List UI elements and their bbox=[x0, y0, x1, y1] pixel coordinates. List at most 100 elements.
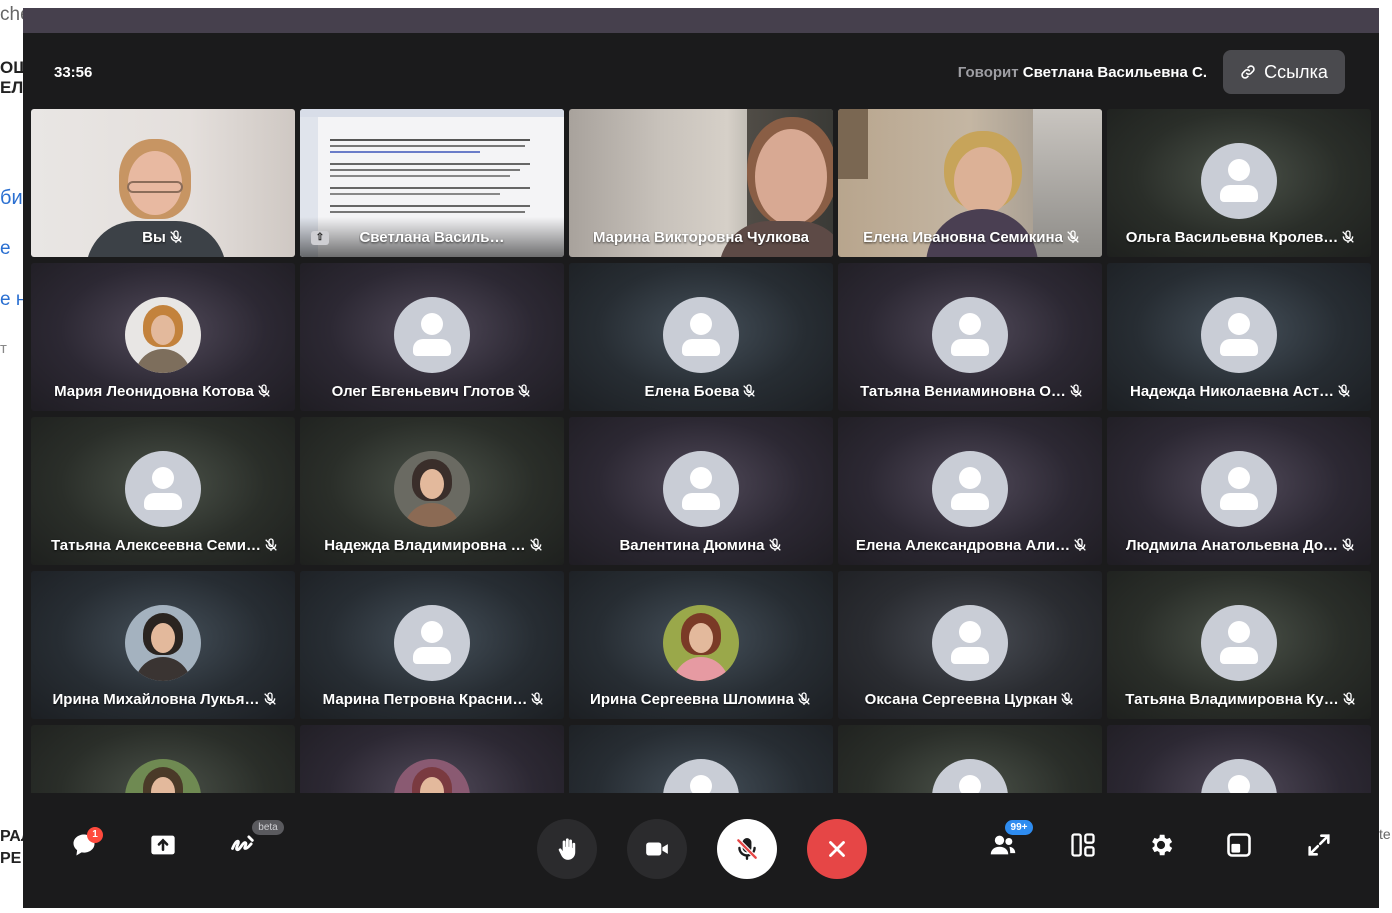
muted-mic-icon bbox=[1342, 538, 1354, 551]
participant-name: Ирина Сергеевна Шломина bbox=[569, 689, 833, 709]
raise-hand-button[interactable] bbox=[537, 819, 597, 879]
participant-name: Татьяна Алексеевна Семи… bbox=[31, 535, 295, 555]
participant-tile[interactable]: Вы bbox=[31, 109, 295, 257]
muted-mic-icon bbox=[265, 538, 277, 551]
participant-photo bbox=[125, 297, 201, 373]
muted-mic-icon bbox=[768, 538, 781, 551]
participant-name: Марина Викторовна Чулкова bbox=[592, 228, 809, 246]
participant-photo bbox=[663, 605, 739, 681]
speaking-name: Светлана Васильевна С. bbox=[1022, 64, 1207, 81]
participant-tile[interactable]: Елена Боева bbox=[569, 263, 833, 411]
participant-name: Валентина Дюмина bbox=[569, 535, 833, 555]
participant-tile[interactable]: Ирина Сергеевна Шломина bbox=[569, 571, 833, 719]
participant-tile[interactable]: Татьяна Вениаминовна О… bbox=[838, 263, 1102, 411]
muted-mic-icon bbox=[1342, 692, 1355, 705]
video-call-window: 33:56 Говорит Светлана Васильевна С. Ссы… bbox=[23, 8, 1379, 908]
participant-name: Татьяна Владимировна Ку… bbox=[1107, 689, 1371, 709]
picture-in-picture-button[interactable] bbox=[1214, 820, 1264, 870]
layout-icon bbox=[1071, 833, 1095, 857]
participant-tile[interactable] bbox=[300, 725, 564, 801]
participant-tile[interactable] bbox=[569, 725, 833, 801]
muted-mic-icon bbox=[529, 538, 542, 551]
default-avatar-icon bbox=[663, 451, 739, 527]
default-avatar-icon bbox=[932, 605, 1008, 681]
picture-in-picture-icon bbox=[1227, 833, 1251, 857]
participants-grid: Вы ⇧ Светлана Василь… Марина Викторовна … bbox=[31, 109, 1371, 801]
muted-mic-icon bbox=[518, 384, 531, 397]
participant-tile[interactable]: Татьяна Алексеевна Семи… bbox=[31, 417, 295, 565]
muted-mic-icon bbox=[1338, 384, 1350, 397]
speaking-label: Говорит bbox=[957, 64, 1019, 81]
participant-tile[interactable]: Оксана Сергеевна Цуркан bbox=[838, 571, 1102, 719]
participant-tile[interactable]: Татьяна Владимировна Ку… bbox=[1107, 571, 1371, 719]
bg-page-link: е bbox=[0, 238, 11, 259]
participant-name: Олег Евгеньевич Глотов bbox=[300, 381, 564, 401]
whiteboard-button[interactable]: beta bbox=[218, 820, 284, 870]
settings-icon bbox=[1152, 834, 1173, 856]
participant-tile[interactable]: Валентина Дюмина bbox=[569, 417, 833, 565]
default-avatar-icon bbox=[932, 297, 1008, 373]
layout-button[interactable] bbox=[1058, 820, 1108, 870]
bg-page-fragment: te bbox=[1379, 826, 1391, 842]
end-call-button[interactable] bbox=[807, 819, 867, 879]
muted-mic-icon bbox=[743, 384, 756, 397]
muted-mic-icon bbox=[531, 692, 544, 705]
participants-button[interactable]: 99+ bbox=[978, 820, 1033, 870]
default-avatar-icon bbox=[1201, 297, 1277, 373]
camera-icon bbox=[646, 842, 668, 856]
participant-name: Людмила Анатольевна До… bbox=[1107, 535, 1371, 555]
chat-button[interactable]: 1 bbox=[59, 820, 109, 870]
default-avatar-icon bbox=[663, 297, 739, 373]
default-avatar-icon bbox=[1201, 605, 1277, 681]
fullscreen-button[interactable] bbox=[1294, 820, 1344, 870]
participant-photo bbox=[125, 605, 201, 681]
participant-name: Ирина Михайловна Лукья… bbox=[31, 689, 295, 709]
muted-mic-icon bbox=[1074, 538, 1086, 551]
participant-tile[interactable] bbox=[838, 725, 1102, 801]
copy-link-button[interactable]: Ссылка bbox=[1223, 50, 1345, 94]
call-header: 33:56 Говорит Светлана Васильевна С. Ссы… bbox=[23, 33, 1379, 108]
participant-tile[interactable]: Надежда Владимировна … bbox=[300, 417, 564, 565]
muted-mic-icon bbox=[1070, 384, 1082, 397]
participant-tile[interactable] bbox=[1107, 725, 1371, 801]
muted-mic-icon bbox=[1067, 230, 1079, 243]
share-screen-button[interactable] bbox=[138, 820, 188, 870]
participant-name: Вы bbox=[31, 227, 295, 247]
bg-page-link: би bbox=[0, 187, 23, 209]
participant-tile[interactable]: Ирина Михайловна Лукья… bbox=[31, 571, 295, 719]
default-avatar-icon bbox=[1201, 451, 1277, 527]
participant-tile-screen-share[interactable]: ⇧ Светлана Василь… bbox=[300, 109, 564, 257]
default-avatar-icon bbox=[125, 451, 201, 527]
bg-page-fragment: т bbox=[0, 340, 7, 357]
participant-tile[interactable] bbox=[31, 725, 295, 801]
camera-button[interactable] bbox=[627, 819, 687, 879]
raise-hand-icon bbox=[558, 838, 576, 860]
microphone-off-icon bbox=[736, 838, 758, 860]
microphone-toggle-button[interactable] bbox=[717, 819, 777, 879]
participant-tile[interactable]: Марина Петровна Красни… bbox=[300, 571, 564, 719]
participant-tile[interactable]: Надежда Николаевна Аст… bbox=[1107, 263, 1371, 411]
participant-tile[interactable]: Людмила Анатольевна До… bbox=[1107, 417, 1371, 565]
call-timer: 33:56 bbox=[54, 64, 93, 81]
muted-mic-icon bbox=[258, 384, 270, 397]
beta-badge: beta bbox=[252, 820, 284, 835]
active-speaker: Говорит Светлана Васильевна С. bbox=[958, 64, 1207, 81]
participant-tile[interactable]: Марина Викторовна Чулкова bbox=[569, 109, 833, 257]
muted-mic-icon bbox=[263, 692, 276, 705]
participant-name: Елена Александровна Али… bbox=[838, 535, 1102, 555]
participant-tile[interactable]: Елена Ивановна Семикина bbox=[838, 109, 1102, 257]
participant-name: Ольга Васильевна Кролев… bbox=[1107, 227, 1371, 247]
participant-tile[interactable]: Олег Евгеньевич Глотов bbox=[300, 263, 564, 411]
fullscreen-icon bbox=[1308, 834, 1330, 856]
link-icon bbox=[1241, 65, 1255, 79]
end-call-icon bbox=[829, 841, 845, 857]
participant-tile[interactable]: Ольга Васильевна Кролев… bbox=[1107, 109, 1371, 257]
participants-count-badge: 99+ bbox=[1005, 820, 1033, 835]
participant-name: Елена Ивановна Семикина bbox=[838, 227, 1102, 247]
participant-tile[interactable]: Елена Александровна Али… bbox=[838, 417, 1102, 565]
settings-button[interactable] bbox=[1136, 820, 1186, 870]
participant-photo bbox=[394, 451, 470, 527]
default-avatar-icon bbox=[394, 605, 470, 681]
participant-tile[interactable]: Мария Леонидовна Котова bbox=[31, 263, 295, 411]
muted-mic-icon bbox=[170, 230, 182, 243]
